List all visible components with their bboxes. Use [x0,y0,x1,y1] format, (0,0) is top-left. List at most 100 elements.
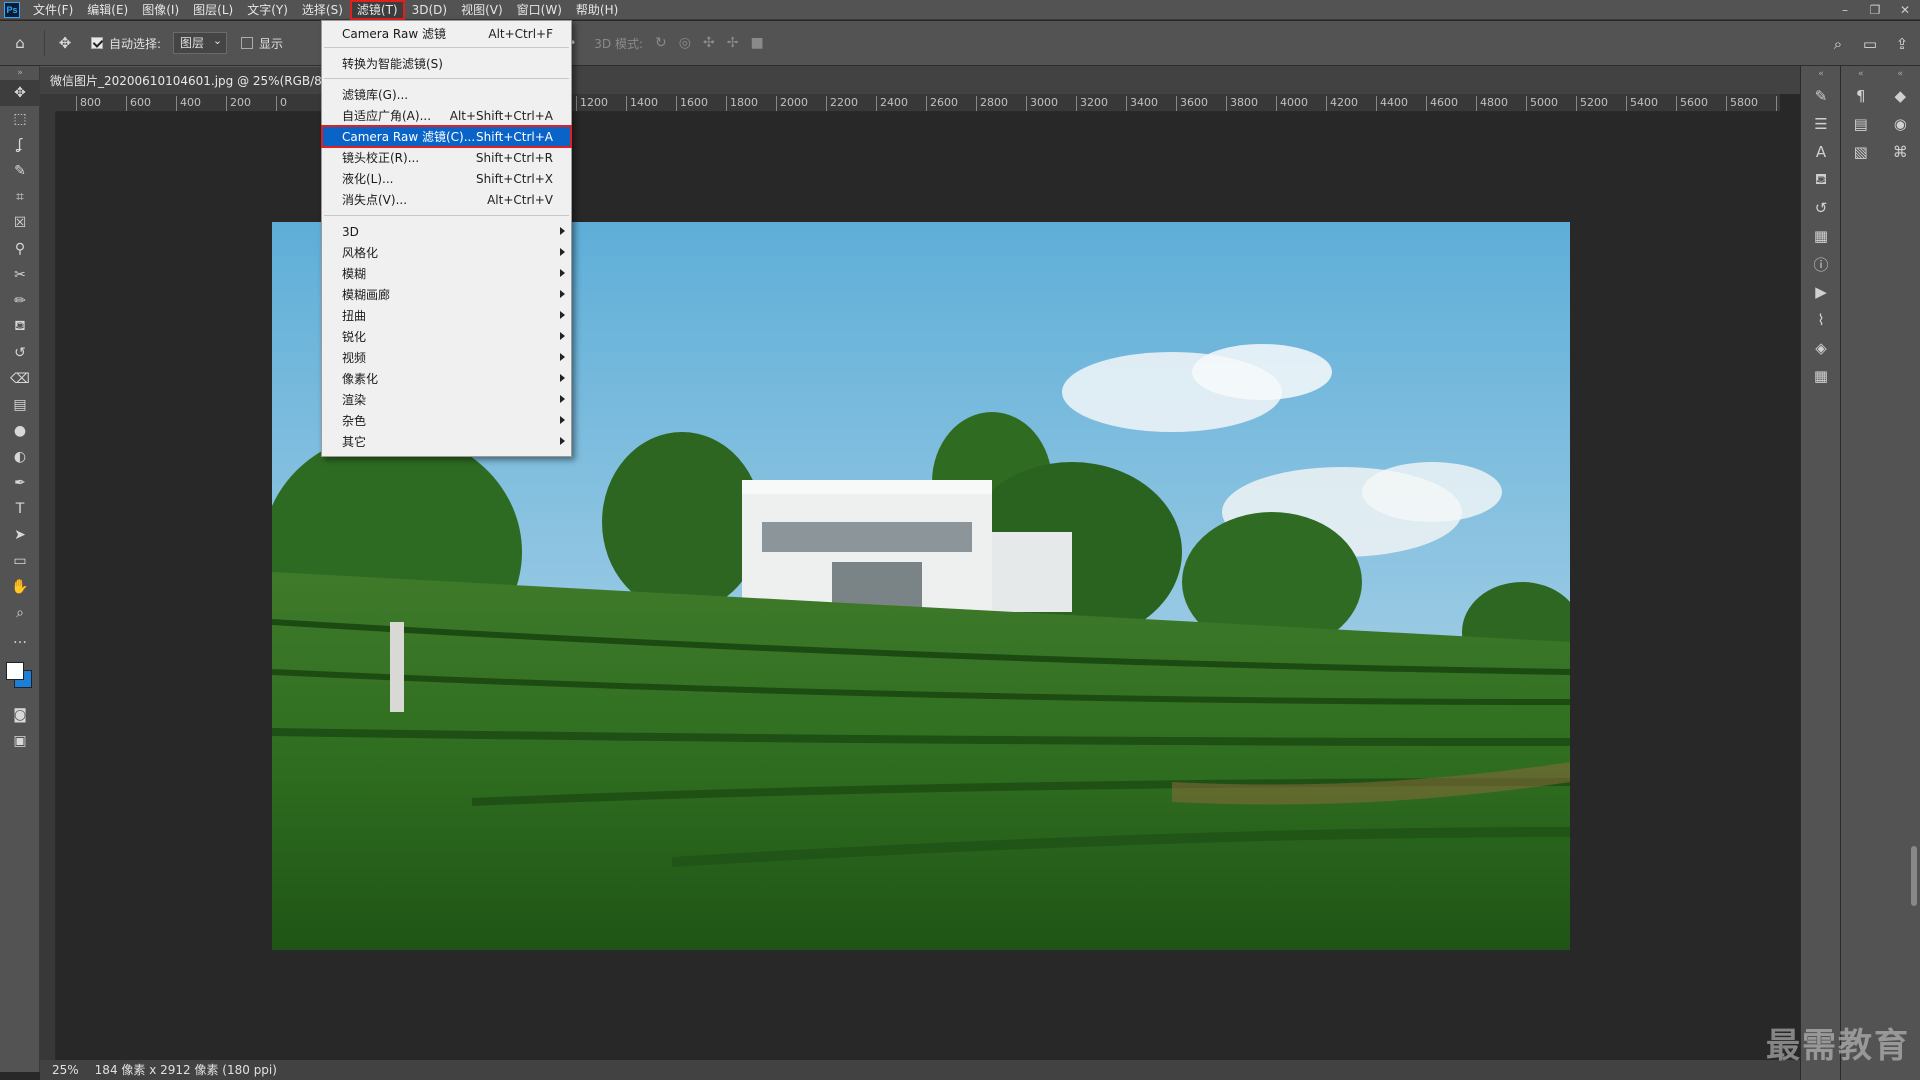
hand-tool-icon[interactable]: ✋ [0,574,40,600]
vertical-ruler[interactable] [40,112,56,1060]
character-icon[interactable]: A [1801,138,1841,166]
properties-icon[interactable]: ▦ [1801,222,1841,250]
3d-icon[interactable]: ◈ [1801,334,1841,362]
menu-filter[interactable]: 滤镜(T) [349,0,405,20]
menu-item-distort[interactable]: 扭曲 [322,305,571,326]
pan-3d-icon[interactable]: ✣ [703,35,715,51]
pen-tool-icon[interactable]: ✒ [0,470,40,496]
home-icon[interactable]: ⌂ [8,31,32,55]
type-tool-icon[interactable]: T [0,496,40,522]
menu-item-adaptive-wide-angle[interactable]: 自适应广角(A)... Alt+Shift+Ctrl+A [322,105,571,126]
dodge-tool-icon[interactable]: ◐ [0,444,40,470]
brush-tool-icon[interactable]: ✏ [0,288,40,314]
slide-3d-icon[interactable]: ✢ [727,35,739,51]
menu-item-vanishing-point[interactable]: 消失点(V)... Alt+Ctrl+V [322,189,571,210]
layers-icon[interactable]: ◆ [1881,82,1920,110]
libraries-icon[interactable]: ▤ [1841,110,1881,138]
document-tab[interactable]: 微信图片_20200610104601.jpg @ 25%(RGB/8) [40,66,337,94]
menu-item-lens-correction[interactable]: 镜头校正(R)... Shift+Ctrl+R [322,147,571,168]
quick-mask-icon[interactable]: ◙ [0,702,40,728]
menu-edit[interactable]: 编辑(E) [80,0,135,20]
menu-item-other[interactable]: 其它 [322,431,571,452]
roll-3d-icon[interactable]: ◎ [679,35,691,51]
share-icon[interactable]: ⇪ [1890,32,1914,56]
table-icon[interactable]: ▦ [1801,362,1841,390]
menu-item-noise[interactable]: 杂色 [322,410,571,431]
gradient-tool-icon[interactable]: ▤ [0,392,40,418]
canvas-area[interactable] [56,112,1780,1060]
menu-item-sharpen[interactable]: 锐化 [322,326,571,347]
menu-item-camera-raw-last[interactable]: Camera Raw 滤镜 Alt+Ctrl+F [322,23,571,44]
auto-select-target-dropdown[interactable]: 图层 [173,31,228,54]
stamp-tool-icon[interactable]: ⛾ [0,314,40,340]
clone-source-icon[interactable]: ⛾ [1801,166,1841,194]
lasso-tool-icon[interactable]: ʆ [0,132,40,158]
menu-window[interactable]: 窗口(W) [510,0,569,20]
workspace-icon[interactable]: ▭ [1858,32,1882,56]
history-icon[interactable]: ↺ [1801,194,1841,222]
healing-tool-icon[interactable]: ✂ [0,262,40,288]
path-select-icon[interactable]: ➤ [0,522,40,548]
quick-select-tool-icon[interactable]: ✎ [0,158,40,184]
menu-item-stylize[interactable]: 风格化 [322,242,571,263]
history-brush-icon[interactable]: ↺ [0,340,40,366]
menu-type[interactable]: 文字(Y) [240,0,295,20]
menu-view[interactable]: 视图(V) [454,0,510,20]
menu-item-liquify[interactable]: 液化(L)... Shift+Ctrl+X [322,168,571,189]
actions-icon[interactable]: ▶ [1801,278,1841,306]
orbit-3d-icon[interactable]: ↻ [655,35,667,51]
brush-settings-icon[interactable]: ✎ [1801,82,1841,110]
minimize-button[interactable]: – [1830,0,1860,20]
paths-panel-icon[interactable]: ⌘ [1881,138,1920,166]
frame-tool-icon[interactable]: ☒ [0,210,40,236]
menu-3d[interactable]: 3D(D) [405,0,454,20]
adjustments-icon[interactable]: ☰ [1801,110,1841,138]
channels-icon[interactable]: ◉ [1881,110,1920,138]
menu-item-blur-gallery[interactable]: 模糊画廊 [322,284,571,305]
move-tool-icon[interactable]: ✥ [0,80,40,106]
menu-item-camera-raw-filter[interactable]: Camera Raw 滤镜(C)... Shift+Ctrl+A [321,125,572,148]
menu-image[interactable]: 图像(I) [135,0,186,20]
notes-icon[interactable]: ▧ [1841,138,1881,166]
menu-item-convert-smart-filter[interactable]: 转换为智能滤镜(S) [322,53,571,74]
ruler-tick-label: 3000 [1026,96,1058,111]
menu-file[interactable]: 文件(F) [26,0,80,20]
marquee-tool-icon[interactable]: ⬚ [0,106,40,132]
collapse-icon[interactable]: « [1841,66,1881,82]
move-tool-icon[interactable]: ✥ [53,31,77,55]
info-icon[interactable]: ⓘ [1801,250,1841,278]
eyedropper-tool-icon[interactable]: ⚲ [0,236,40,262]
collapse-icon[interactable]: « [1881,66,1920,82]
crop-tool-icon[interactable]: ⌗ [0,184,40,210]
foreground-color[interactable] [6,662,24,680]
horizontal-ruler[interactable]: 800 600 400 200 0 1200 1400 1600 1800 2000 2200 240… [56,94,1780,112]
zoom-level[interactable]: 25% [52,1060,79,1080]
close-button[interactable]: ✕ [1890,0,1920,20]
menu-item-pixelate[interactable]: 像素化 [322,368,571,389]
eraser-tool-icon[interactable]: ⌫ [0,366,40,392]
menu-item-video[interactable]: 视频 [322,347,571,368]
collapse-icon[interactable]: « [1801,66,1841,82]
screen-mode-icon[interactable]: ▣ [0,728,40,754]
menu-item-blur[interactable]: 模糊 [322,263,571,284]
menu-layer[interactable]: 图层(L) [186,0,240,20]
paragraph-icon[interactable]: ¶ [1841,82,1881,110]
menu-item-render[interactable]: 渲染 [322,389,571,410]
camera-3d-icon[interactable]: ■ [750,35,763,51]
zoom-tool-icon[interactable]: ⌕ [0,600,40,626]
auto-select-checkbox[interactable] [91,37,103,49]
more-tools-icon[interactable]: … [0,626,40,652]
rectangle-tool-icon[interactable]: ▭ [0,548,40,574]
building-roof [742,480,992,494]
blur-tool-icon[interactable]: ● [0,418,40,444]
restore-button[interactable]: ❐ [1860,0,1890,20]
collapse-icon[interactable]: » [0,66,40,80]
menu-select[interactable]: 选择(S) [295,0,350,20]
menu-help[interactable]: 帮助(H) [569,0,625,20]
menu-item-filter-gallery[interactable]: 滤镜库(G)... [322,84,571,105]
menu-item-3d[interactable]: 3D [322,221,571,242]
show-transform-checkbox[interactable] [241,37,254,49]
paths-icon[interactable]: ⌇ [1801,306,1841,334]
search-icon[interactable]: ⌕ [1826,32,1850,56]
scrollbar[interactable] [1911,846,1917,906]
